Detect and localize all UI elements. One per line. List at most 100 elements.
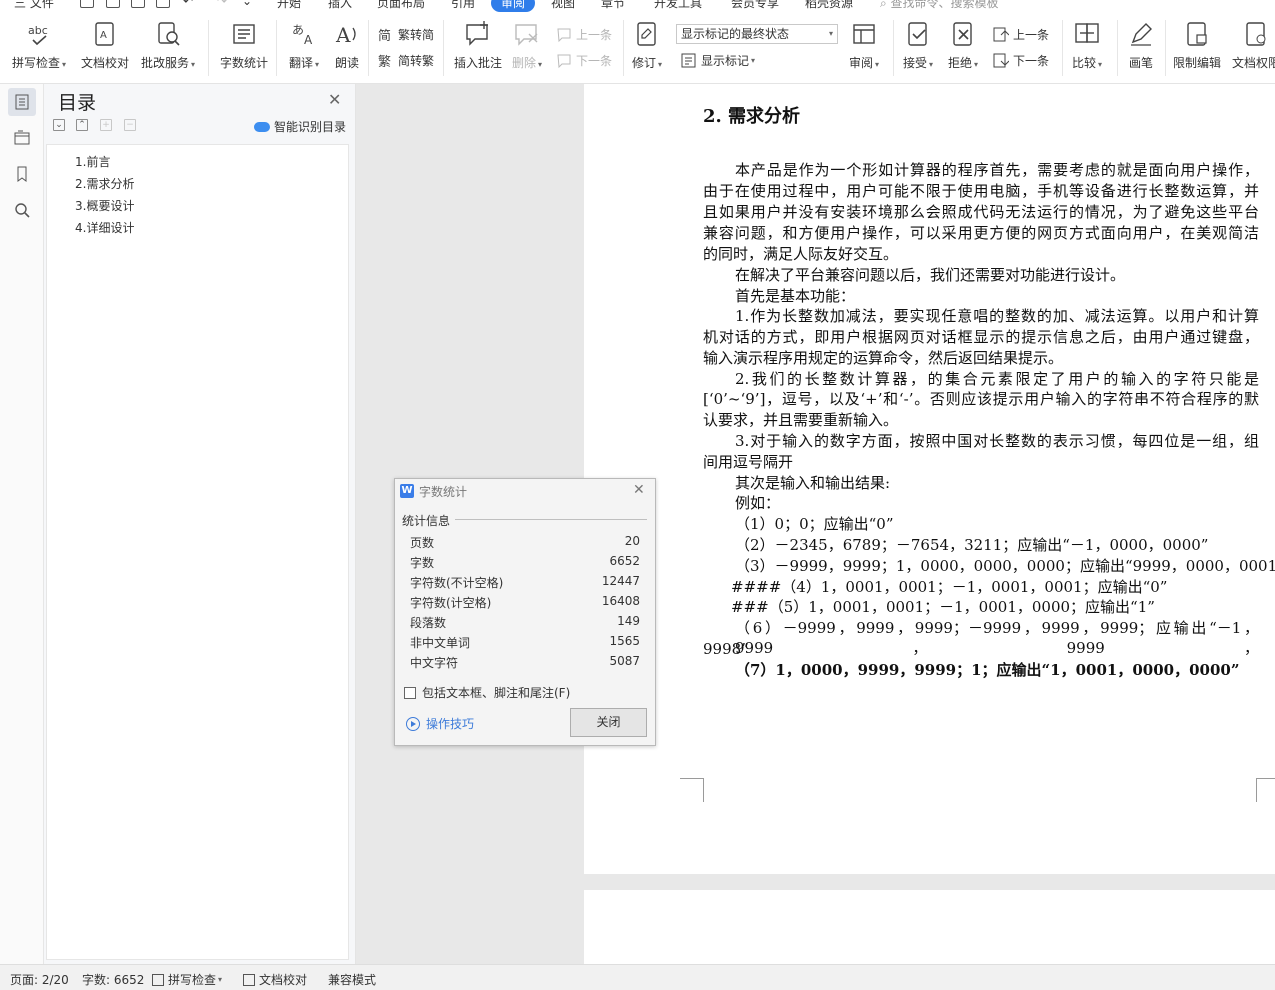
next-comment-icon	[556, 53, 572, 69]
menu-layout[interactable]: 页面布局	[377, 0, 425, 11]
prev-change-button[interactable]: 上一条	[993, 26, 1049, 43]
toc-panel-icon[interactable]	[8, 88, 36, 116]
chapter-nav-icon[interactable]	[8, 124, 36, 152]
ribbon-separator	[276, 20, 277, 76]
paragraph-line: 首先是基本功能：	[735, 287, 856, 305]
tips-link[interactable]: 操作技巧	[406, 715, 474, 732]
toc-item[interactable]: 4.详细设计	[75, 219, 134, 236]
document-page[interactable]	[584, 890, 1275, 964]
doc-permission-button[interactable]: 文档权限	[1232, 20, 1275, 71]
undo-icon[interactable]: ↶	[183, 0, 193, 8]
menu-chapter[interactable]: 章节	[601, 0, 625, 11]
command-search-placeholder: 查找命令、搜索模板	[890, 0, 999, 10]
menu-developer[interactable]: 开发工具	[654, 0, 702, 11]
review-pane-button[interactable]: 审阅 ▾	[849, 20, 879, 71]
doc-proof-status-label: 文档校对	[259, 973, 308, 987]
paragraph-line: 输入演示程序用规定的运算命令，然后返回结果提示。	[703, 349, 1064, 367]
word-count-indicator[interactable]: 字数: 6652	[82, 971, 144, 988]
check-icon	[152, 973, 164, 986]
document-page[interactable]: 2. 需求分析 本产品是作为一个形如计算器的程序首先，需要考虑的就是面向用户操作…	[584, 84, 1275, 874]
simp-to-trad-button[interactable]: 繁 简转繁	[378, 52, 435, 70]
paragraph-line: 间用逗号隔开	[703, 453, 794, 471]
markup-state-select[interactable]: 显示标记的最终状态 ▾	[676, 24, 838, 44]
example-line: ####（4）1，0001，0001；－1，0001，0001；应输出“0”	[731, 578, 1168, 596]
toc-item[interactable]: 3.概要设计	[75, 197, 134, 214]
revisions-button[interactable]: 修订 ▾	[632, 20, 662, 71]
bookmark-icon[interactable]	[8, 160, 36, 188]
paragraph-line: 1.作为长整数加减法，要实现任意唱的整数的加、减法运算。以用户和计算	[735, 307, 1259, 325]
translate-label: 翻译	[289, 56, 314, 70]
dialog-titlebar[interactable]: W 字数统计 ✕	[395, 479, 655, 503]
ribbon-separator	[1165, 20, 1166, 76]
menu-resources[interactable]: 稻壳资源	[805, 0, 853, 11]
word-count-button[interactable]: 字数统计	[220, 20, 268, 71]
next-change-button[interactable]: 下一条	[993, 52, 1049, 69]
delete-comment-button[interactable]: 删除 ▾	[512, 20, 542, 71]
reject-button[interactable]: 拒绝 ▾	[948, 20, 978, 71]
paragraph-line: 且如果用户并没有安装环境那么会照成代码无法运行的情况，为了避免这些平台	[703, 203, 1259, 221]
remove-heading-icon[interactable]: −	[124, 119, 136, 131]
doc-proof-status[interactable]: 文档校对	[243, 971, 307, 988]
restrict-edit-button[interactable]: 限制编辑	[1173, 20, 1221, 71]
menu-insert[interactable]: 插入	[328, 0, 352, 11]
menu-review[interactable]: 审阅	[491, 0, 536, 12]
prev-comment-label: 上一条	[576, 28, 613, 42]
svg-text:简: 简	[378, 28, 391, 43]
accept-icon	[904, 20, 932, 48]
checkbox-label: 包括文本框、脚注和尾注(F)	[422, 686, 571, 700]
redo-icon[interactable]: ↷	[217, 0, 227, 8]
page-indicator[interactable]: 页面: 2/20	[10, 971, 69, 988]
toc-item[interactable]: 2.需求分析	[75, 175, 134, 192]
export-icon[interactable]	[106, 0, 120, 8]
menu-file[interactable]: 三 文件	[14, 0, 54, 11]
read-aloud-button[interactable]: A 朗读	[333, 20, 361, 71]
next-change-icon	[993, 53, 1010, 69]
translate-button[interactable]: あA 翻译 ▾	[289, 20, 319, 71]
close-icon[interactable]: ✕	[328, 90, 341, 109]
insert-comment-button[interactable]: 插入批注	[454, 20, 502, 71]
smart-toc-button[interactable]: 智能识别目录	[254, 118, 346, 135]
show-markup-icon	[681, 53, 697, 69]
spell-check-button[interactable]: abc 拼写检查 ▾	[12, 20, 66, 71]
quick-access-more-icon[interactable]: ⌄	[242, 0, 252, 8]
doc-proof-icon: A	[91, 20, 119, 48]
simp-to-trad-label: 简转繁	[398, 54, 435, 68]
menu-home[interactable]: 开始	[277, 0, 301, 11]
collapse-all-icon[interactable]: ⌄	[53, 119, 65, 131]
accept-label: 接受	[903, 56, 928, 70]
paragraph-line: 机对话的方式，即用户根据网页对话框显示的提示信息之后，由用户通过键盘，	[703, 328, 1259, 346]
menu-view[interactable]: 视图	[551, 0, 575, 11]
next-comment-button[interactable]: 下一条	[556, 52, 612, 69]
add-heading-icon[interactable]: +	[100, 119, 112, 131]
stat-value: 20	[624, 534, 640, 548]
doc-proof-button[interactable]: A 文档校对	[81, 20, 129, 71]
ink-button[interactable]: 画笔	[1127, 20, 1155, 71]
review-service-button[interactable]: 批改服务 ▾	[141, 20, 195, 71]
checkbox-box[interactable]	[404, 686, 416, 699]
expand-all-icon[interactable]: ⌃	[76, 119, 88, 131]
include-textbox-checkbox[interactable]: 包括文本框、脚注和尾注(F)	[404, 684, 570, 701]
command-search[interactable]: ⌕ 查找命令、搜索模板	[880, 0, 999, 11]
print-icon[interactable]	[131, 0, 145, 8]
word-count-dialog: W 字数统计 ✕ 统计信息 页数 20 字数 6652 字符数(不计空格) 12…	[394, 478, 656, 746]
menu-member[interactable]: 会员专享	[731, 0, 779, 11]
toc-item[interactable]: 1.前言	[75, 153, 110, 170]
stat-row: 字数 6652	[410, 554, 640, 571]
save-icon[interactable]	[80, 0, 94, 8]
trad-to-simp-button[interactable]: 简 繁转简	[378, 26, 434, 44]
menu-references[interactable]: 引用	[451, 0, 475, 11]
stat-value: 5087	[609, 654, 640, 668]
spell-check-status[interactable]: 拼写检查 ▾	[152, 971, 222, 988]
prev-comment-button[interactable]: 上一条	[556, 26, 612, 43]
accept-button[interactable]: 接受 ▾	[903, 20, 933, 71]
search-icon[interactable]	[8, 196, 36, 224]
stat-value: 16408	[601, 594, 640, 608]
close-icon[interactable]: ✕	[633, 482, 645, 498]
compare-button[interactable]: 比较 ▾	[1072, 20, 1102, 71]
close-button[interactable]: 关闭	[570, 708, 647, 737]
show-markup-button[interactable]: 显示标记 ▾	[681, 52, 755, 69]
paragraph-line: 在解决了平台兼容问题以后，我们还需要对功能进行设计。	[735, 266, 1126, 284]
preview-icon[interactable]	[156, 0, 170, 8]
svg-text:A: A	[335, 23, 351, 47]
stat-row: 字符数(计空格) 16408	[410, 594, 640, 611]
